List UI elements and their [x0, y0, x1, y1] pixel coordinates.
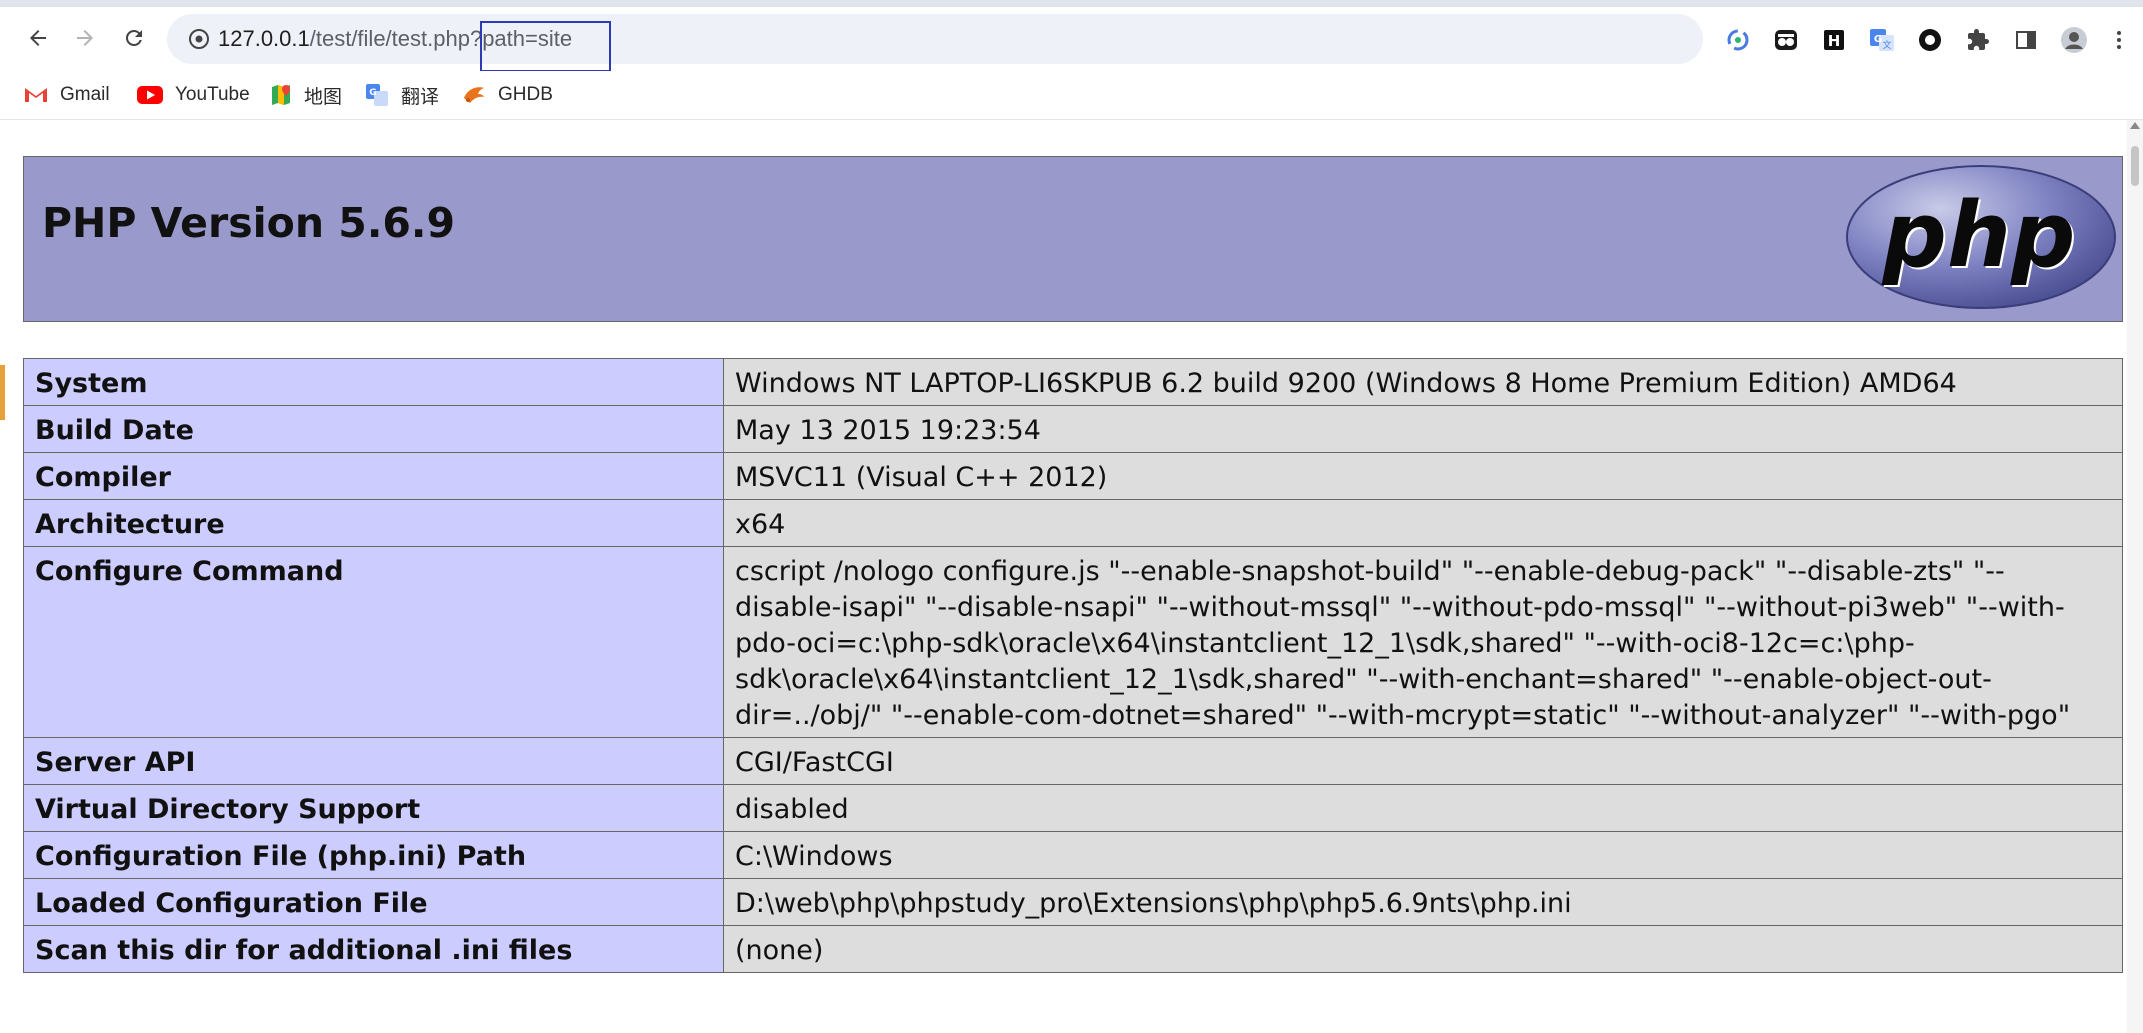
- url-path: /test/file/test.php: [309, 26, 470, 51]
- row-label: Architecture: [23, 499, 724, 547]
- row-label: Loaded Configuration File: [23, 878, 724, 926]
- bookmark-label: 地图: [304, 86, 343, 108]
- scroll-up-arrow-icon[interactable]: [2130, 122, 2140, 129]
- phpinfo-header: PHP Version 5.6.9 php php: [23, 156, 2123, 322]
- row-label: Build Date: [23, 405, 724, 453]
- forward-button[interactable]: [68, 21, 102, 55]
- svg-text:H: H: [1828, 32, 1841, 50]
- address-bar[interactable]: 127.0.0.1/test/file/test.php?path=site: [167, 14, 1703, 64]
- profile-button[interactable]: [2059, 25, 2089, 55]
- google-translate-icon: G文: [1870, 29, 1894, 51]
- row-label: Configuration File (php.ini) Path: [23, 831, 724, 879]
- row-value: cscript /nologo configure.js "--enable-s…: [723, 546, 2123, 738]
- page-content: PHP Version 5.6.9 php php System Windows…: [5, 120, 2126, 1033]
- sync-icon: [1727, 29, 1749, 51]
- table-row: Virtual Directory Support disabled: [23, 784, 2123, 832]
- row-value: D:\web\php\phpstudy_pro\Extensions\php\p…: [723, 878, 2123, 926]
- page-title: PHP Version 5.6.9: [42, 199, 456, 247]
- row-value: C:\Windows: [723, 831, 2123, 879]
- bookmark-label: 翻译: [401, 86, 440, 108]
- svg-text:G: G: [1874, 34, 1882, 45]
- back-arrow-icon: [30, 30, 46, 46]
- bookmarks-bar: Gmail YouTube 地图 G 翻译 GHDB: [0, 71, 2143, 120]
- row-value: May 13 2015 19:23:54: [723, 405, 2123, 453]
- forward-arrow-icon: [77, 30, 93, 46]
- row-label: Virtual Directory Support: [23, 784, 724, 832]
- youtube-icon: [137, 86, 163, 104]
- scrollbar-thumb[interactable]: [2131, 146, 2139, 186]
- svg-text:文: 文: [1882, 39, 1891, 51]
- row-value: Windows NT LAPTOP-LI6SKPUB 6.2 build 920…: [723, 358, 2123, 406]
- row-value: disabled: [723, 784, 2123, 832]
- row-label: Compiler: [23, 452, 724, 500]
- menu-icon: [2117, 31, 2121, 49]
- bookmark-gmail[interactable]: Gmail: [24, 80, 110, 110]
- table-row: Architecture x64: [23, 499, 2123, 547]
- table-row: Server API CGI/FastCGI: [23, 737, 2123, 785]
- url-query: ?path=site: [469, 26, 573, 51]
- sync-extension[interactable]: [1723, 25, 1753, 55]
- spy-extension-icon: [1775, 30, 1797, 50]
- bookmark-label: GHDB: [498, 84, 553, 105]
- row-label: Server API: [23, 737, 724, 785]
- ghdb-icon: [464, 87, 484, 103]
- row-label: Scan this dir for additional .ini files: [23, 925, 724, 973]
- back-button[interactable]: [21, 21, 55, 55]
- h-extension-icon: H: [1824, 30, 1844, 50]
- bookmark-translate[interactable]: G 翻译: [365, 80, 439, 110]
- bookmark-youtube[interactable]: YouTube: [137, 80, 250, 110]
- table-row: Compiler MSVC11 (Visual C++ 2012): [23, 452, 2123, 500]
- google-translate-extension[interactable]: G文: [1867, 25, 1897, 55]
- browser-toolbar: 127.0.0.1/test/file/test.php?path=site H…: [0, 7, 2143, 72]
- menu-button[interactable]: [2104, 25, 2134, 55]
- row-value: CGI/FastCGI: [723, 737, 2123, 785]
- row-value: MSVC11 (Visual C++ 2012): [723, 452, 2123, 500]
- row-value: x64: [723, 499, 2123, 547]
- svg-text:G: G: [369, 88, 376, 98]
- row-label: Configure Command: [23, 546, 724, 738]
- table-row: Loaded Configuration File D:\web\php\php…: [23, 878, 2123, 926]
- table-row: System Windows NT LAPTOP-LI6SKPUB 6.2 bu…: [23, 358, 2123, 406]
- row-label: System: [23, 358, 724, 406]
- row-value: (none): [723, 925, 2123, 973]
- bookmark-ghdb[interactable]: GHDB: [462, 80, 553, 110]
- circle-extension-icon: [1919, 29, 1941, 51]
- window-top-band: [0, 0, 2143, 7]
- bookmark-label: Gmail: [60, 84, 110, 105]
- reload-button[interactable]: [117, 21, 151, 55]
- url-host: 127.0.0.1: [218, 26, 310, 51]
- spy-extension[interactable]: [1771, 25, 1801, 55]
- site-info-icon[interactable]: [187, 27, 211, 51]
- extensions-button[interactable]: [1963, 25, 1993, 55]
- php-logo-icon[interactable]: php php: [1844, 163, 2118, 311]
- puzzle-icon: [1968, 29, 1989, 50]
- gmail-icon: [25, 88, 47, 102]
- side-panel-icon: [2016, 31, 2036, 49]
- side-panel-button[interactable]: [2011, 25, 2041, 55]
- maps-icon: [272, 85, 290, 105]
- vertical-scrollbar[interactable]: [2127, 120, 2143, 1033]
- table-row: Scan this dir for additional .ini files …: [23, 925, 2123, 973]
- table-row: Build Date May 13 2015 19:23:54: [23, 405, 2123, 453]
- php-logo-text-shadow: php: [1882, 183, 2076, 288]
- bookmark-label: YouTube: [175, 84, 250, 105]
- circle-extension[interactable]: [1915, 25, 1945, 55]
- table-row: Configure Command cscript /nologo config…: [23, 546, 2123, 738]
- bookmark-maps[interactable]: 地图: [270, 80, 342, 110]
- h-extension[interactable]: H: [1819, 25, 1849, 55]
- reload-icon: [125, 29, 142, 46]
- translate-icon: G: [366, 84, 388, 106]
- phpinfo-table: System Windows NT LAPTOP-LI6SKPUB 6.2 bu…: [23, 358, 2123, 973]
- url-text[interactable]: 127.0.0.1/test/file/test.php?path=site: [218, 24, 572, 54]
- table-row: Configuration File (php.ini) Path C:\Win…: [23, 831, 2123, 879]
- profile-icon: [2061, 27, 2087, 53]
